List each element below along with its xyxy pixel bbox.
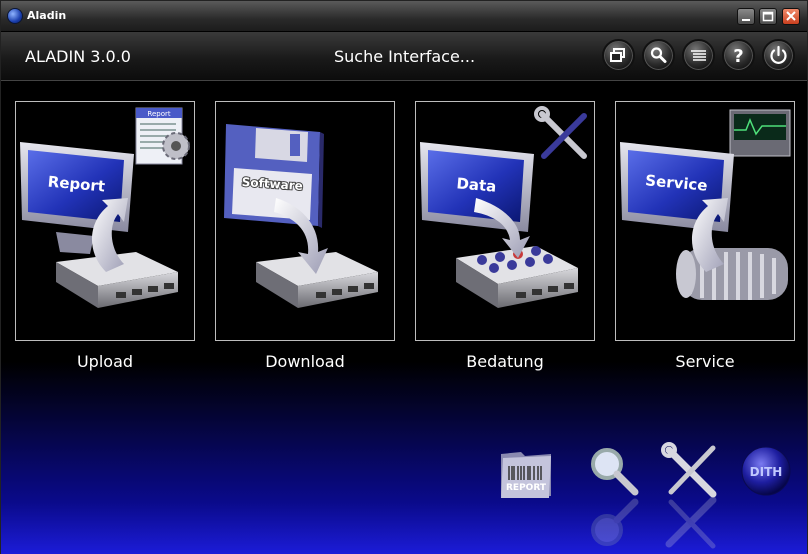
header-bar: ALADIN 3.0.0 Suche Interface... ? bbox=[1, 32, 807, 81]
oscilloscope-icon bbox=[729, 109, 791, 157]
list-icon bbox=[691, 50, 706, 61]
app-title: ALADIN 3.0.0 bbox=[25, 47, 131, 66]
service-label[interactable]: Service bbox=[615, 352, 795, 371]
list-button[interactable] bbox=[682, 39, 715, 72]
window-title: Aladin bbox=[27, 9, 67, 22]
report-folder-icon: REPORT bbox=[501, 452, 551, 498]
service-tile[interactable]: Service bbox=[615, 101, 795, 341]
upload-illustration: Report Report bbox=[20, 107, 190, 308]
minimize-button[interactable] bbox=[737, 8, 755, 25]
download-label[interactable]: Download bbox=[215, 352, 395, 371]
gear-icon bbox=[162, 132, 190, 160]
monitor-icon bbox=[20, 142, 134, 254]
power-icon bbox=[770, 45, 787, 64]
window-titlebar[interactable]: Aladin bbox=[1, 1, 807, 32]
windows-button[interactable] bbox=[602, 39, 635, 72]
download-illustration: Software bbox=[224, 124, 378, 308]
globe-icon: DITH bbox=[741, 446, 791, 496]
search-button[interactable] bbox=[642, 39, 675, 72]
tools-reflection bbox=[659, 496, 721, 554]
main-content: ALADIN 3.0.0 Suche Interface... ? Report… bbox=[1, 32, 807, 554]
upload-label[interactable]: Upload bbox=[15, 352, 195, 371]
dith-globe-button[interactable]: DITH bbox=[735, 440, 797, 502]
help-button[interactable]: ? bbox=[722, 39, 755, 72]
upload-tile[interactable]: Report Report bbox=[15, 101, 195, 341]
maximize-button[interactable] bbox=[759, 8, 777, 25]
app-logo-icon bbox=[7, 8, 23, 24]
monitor-screen-text: Data bbox=[456, 174, 497, 195]
globe-text: DITH bbox=[750, 465, 783, 479]
tools-icon bbox=[534, 106, 587, 159]
maximize-icon bbox=[762, 11, 774, 22]
close-button[interactable] bbox=[782, 8, 800, 25]
svg-text:?: ? bbox=[733, 46, 743, 67]
search-icon bbox=[650, 47, 667, 63]
report-badge-text: Report bbox=[147, 110, 170, 118]
magnifier-reflection bbox=[581, 498, 643, 554]
app-window: Aladin ALADIN 3.0.0 Suche Interface... ?… bbox=[0, 0, 808, 554]
status-text: Suche Interface... bbox=[334, 47, 476, 66]
power-button[interactable] bbox=[762, 39, 795, 72]
floppy-disk-icon bbox=[224, 124, 324, 228]
minimize-icon bbox=[742, 19, 750, 21]
windows-icon bbox=[610, 48, 625, 62]
report-folder-button[interactable]: REPORT bbox=[495, 440, 557, 502]
close-icon bbox=[786, 11, 796, 21]
service-illustration: Service bbox=[620, 109, 791, 300]
question-icon: ? bbox=[733, 46, 743, 67]
report-folder-text: REPORT bbox=[506, 483, 547, 493]
bedatung-label[interactable]: Bedatung bbox=[415, 352, 595, 371]
bedatung-illustration: Data bbox=[420, 106, 587, 308]
transmission-icon bbox=[676, 248, 788, 300]
download-tile[interactable]: Software bbox=[215, 101, 395, 341]
bedatung-tile[interactable]: Data bbox=[415, 101, 595, 341]
